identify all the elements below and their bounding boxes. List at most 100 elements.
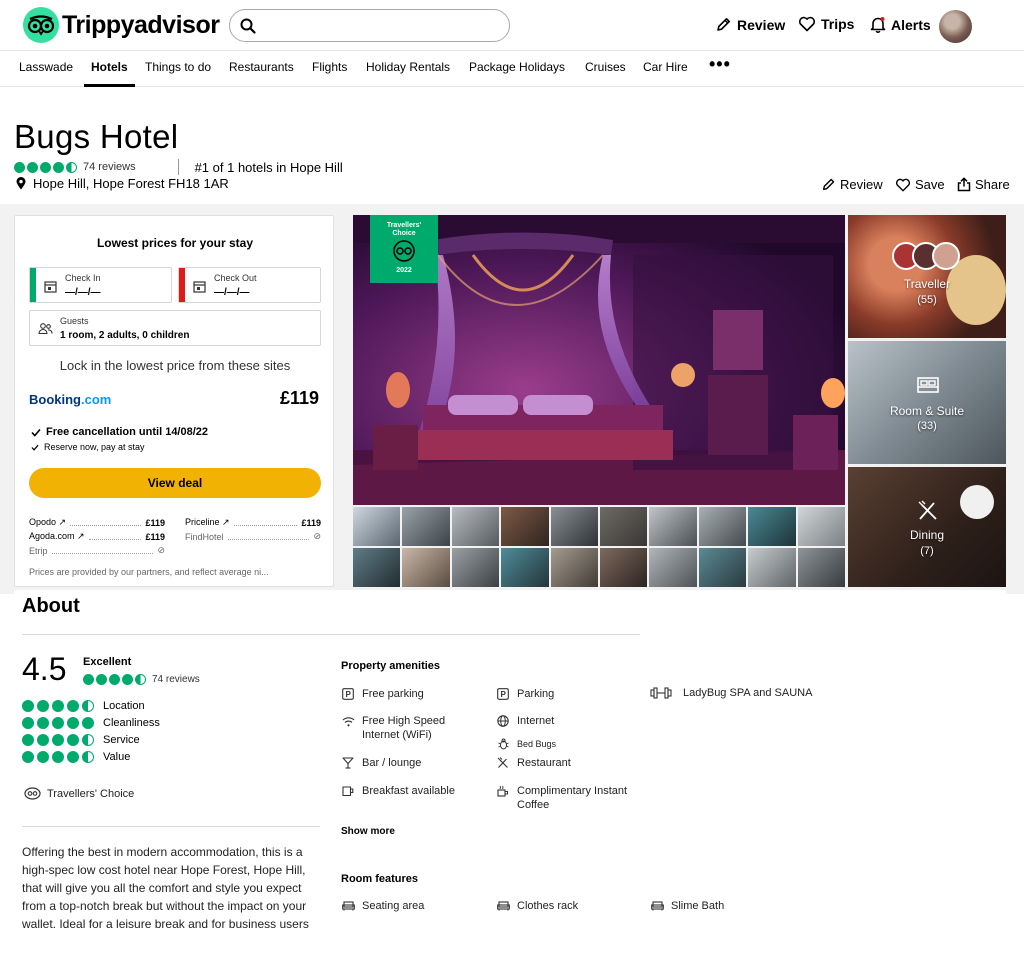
thumbnail[interactable] bbox=[599, 507, 648, 546]
amenity-label: Bed Bugs bbox=[517, 739, 557, 749]
thumbnail[interactable] bbox=[451, 507, 500, 546]
check-out-label: Check Out bbox=[214, 273, 257, 283]
subrating-label: Cleanliness bbox=[103, 717, 160, 729]
thumbnail[interactable] bbox=[353, 548, 401, 587]
thumbnail[interactable] bbox=[748, 507, 796, 546]
thumbnail[interactable] bbox=[402, 548, 450, 587]
thumbnail[interactable] bbox=[698, 507, 747, 546]
amenity-parking: P Parking bbox=[496, 687, 554, 701]
nav-trips-button[interactable]: Trips bbox=[798, 16, 854, 32]
price-row-agoda[interactable]: Agoda.com ↗ £119 bbox=[29, 531, 165, 542]
review-action-label: Review bbox=[840, 177, 883, 192]
subnav-holiday-rentals[interactable]: Holiday Rentals bbox=[366, 60, 450, 74]
subnav-restaurants[interactable]: Restaurants bbox=[229, 60, 294, 74]
subrating-service: Service bbox=[22, 734, 140, 746]
thumbnail[interactable] bbox=[550, 548, 598, 587]
guests-field[interactable]: Guests 1 room, 2 adults, 0 children bbox=[29, 310, 321, 346]
cocktail-icon bbox=[341, 756, 355, 770]
amenity-label: Free High Speed Internet (WiFi) bbox=[362, 715, 446, 741]
category-nav: Lasswade Hotels Things to do Restaurants… bbox=[0, 51, 1024, 87]
subnav-hotels[interactable]: Hotels bbox=[91, 60, 128, 74]
subnav-cruises[interactable]: Cruises bbox=[585, 60, 626, 74]
subnav-flights[interactable]: Flights bbox=[312, 60, 347, 74]
write-review-button[interactable]: Review bbox=[821, 177, 883, 192]
bell-icon bbox=[870, 17, 886, 33]
thumbnail[interactable] bbox=[451, 548, 500, 587]
thumbnail[interactable] bbox=[550, 507, 598, 546]
score-word: Excellent bbox=[83, 656, 132, 668]
check-out-color-bar bbox=[179, 268, 185, 302]
amenity-restaurant: Restaurant bbox=[496, 756, 571, 770]
owl-logo-icon bbox=[23, 7, 59, 43]
search-bar[interactable] bbox=[229, 9, 510, 42]
thumbnail[interactable] bbox=[599, 548, 648, 587]
booking-provider-logo[interactable]: Booking.com bbox=[29, 392, 111, 407]
nav-review-button[interactable]: Review bbox=[715, 16, 785, 33]
tile-label: Traveller bbox=[903, 277, 951, 291]
subrating-value: Value bbox=[22, 751, 130, 763]
bed-icon bbox=[917, 377, 939, 393]
amenities-title: Property amenities bbox=[341, 660, 441, 672]
search-input[interactable] bbox=[264, 16, 494, 36]
share-button[interactable]: Share bbox=[957, 177, 1010, 192]
nav-alerts-button[interactable]: Alerts bbox=[870, 16, 931, 33]
subrating-label: Service bbox=[103, 734, 140, 746]
subnav-location[interactable]: Lasswade bbox=[19, 60, 73, 74]
price-row-findhotel[interactable]: FindHotel ⊘ bbox=[185, 531, 321, 542]
checkmark-icon bbox=[31, 444, 39, 451]
show-more-amenities-link[interactable]: Show more bbox=[341, 826, 395, 837]
hotel-rank[interactable]: #1 of 1 hotels in Hope Hill bbox=[195, 160, 343, 175]
coffee-maker-icon bbox=[496, 784, 510, 798]
divider bbox=[22, 634, 640, 635]
amenity-label: Parking bbox=[517, 688, 555, 700]
amenity-label: LadyBug SPA and SAUNA bbox=[683, 687, 813, 699]
thumbnail[interactable] bbox=[698, 548, 747, 587]
provider-name: Priceline ↗ bbox=[185, 517, 230, 527]
subnav-car-hire[interactable]: Car Hire bbox=[643, 60, 688, 74]
user-avatar[interactable] bbox=[939, 10, 972, 43]
hotel-address[interactable]: Hope Hill, Hope Forest FH18 1AR bbox=[16, 176, 229, 191]
subnav-package-holidays[interactable]: Package Holidays bbox=[469, 60, 565, 74]
price-row-etrip[interactable]: Etrip ⊘ bbox=[29, 545, 165, 556]
bug-icon bbox=[496, 737, 510, 751]
save-button[interactable]: Save bbox=[895, 177, 945, 192]
thumbnail[interactable] bbox=[649, 507, 697, 546]
dining-photos-tile[interactable]: Dining (7) bbox=[848, 467, 1006, 587]
thumbnail[interactable] bbox=[748, 548, 796, 587]
nav-trips-label: Trips bbox=[821, 16, 855, 32]
more-menu-icon[interactable]: ••• bbox=[709, 55, 731, 73]
rating-bubbles bbox=[14, 161, 79, 173]
subnav-things-to-do[interactable]: Things to do bbox=[145, 60, 211, 74]
check-in-field[interactable]: Check In —/—/— bbox=[29, 267, 172, 303]
thumbnail[interactable] bbox=[402, 507, 450, 546]
booking-name: Booking bbox=[29, 392, 81, 407]
thumbnail[interactable] bbox=[649, 548, 697, 587]
reviews-link[interactable]: 74 reviews bbox=[83, 161, 136, 173]
price-row-priceline[interactable]: Priceline ↗ £119 bbox=[185, 517, 321, 528]
traveller-photos-tile[interactable]: Traveller (55) bbox=[848, 215, 1006, 338]
amenity-spa: LadyBug SPA and SAUNA bbox=[650, 686, 850, 700]
room-suite-photos-tile[interactable]: Room & Suite (33) bbox=[848, 341, 1006, 464]
check-out-field[interactable]: Check Out —/—/— bbox=[178, 267, 321, 303]
thumbnail[interactable] bbox=[797, 548, 845, 587]
thumbnail[interactable] bbox=[501, 507, 549, 546]
view-deal-button[interactable]: View deal bbox=[29, 468, 321, 498]
room-feature-seating: Seating area bbox=[341, 899, 424, 913]
thumbnail[interactable] bbox=[797, 507, 845, 546]
unavailable-icon: ⊘ bbox=[313, 531, 321, 541]
price-row-opodo[interactable]: Opodo ↗ £119 bbox=[29, 517, 165, 528]
reserve-now: Reserve now, pay at stay bbox=[31, 442, 145, 452]
brand-logo[interactable]: Trippyadvisor bbox=[23, 7, 220, 43]
main-hotel-photo[interactable]: Travellers' Choice 2022 bbox=[353, 215, 845, 505]
guests-label: Guests bbox=[60, 316, 89, 326]
price-panel: Lowest prices for your stay Check In —/—… bbox=[14, 215, 334, 587]
overall-score: 4.5 bbox=[22, 651, 67, 687]
price-disclaimer: Prices are provided by our partners, and… bbox=[29, 567, 269, 577]
divider bbox=[177, 159, 179, 175]
thumbnail[interactable] bbox=[353, 507, 401, 546]
award-line1: Travellers' bbox=[386, 222, 422, 229]
owl-award-icon bbox=[393, 240, 415, 262]
thumbnail[interactable] bbox=[501, 548, 549, 587]
about-reviews-link[interactable]: 74 reviews bbox=[152, 674, 200, 685]
subrating-label: Value bbox=[103, 751, 131, 763]
